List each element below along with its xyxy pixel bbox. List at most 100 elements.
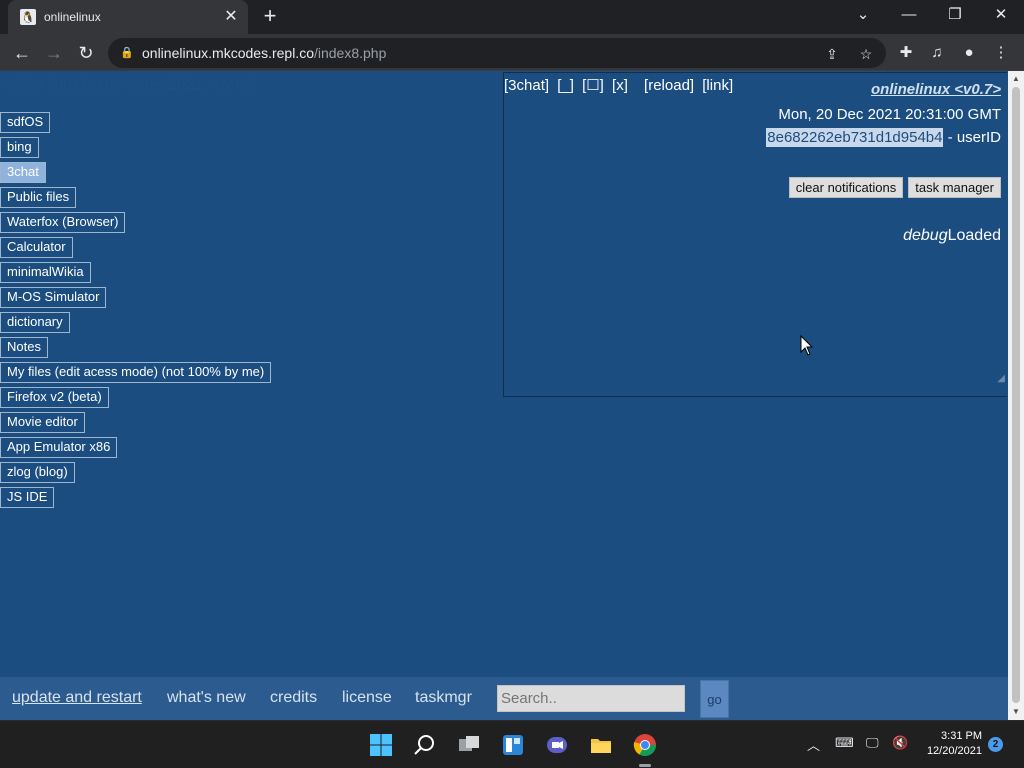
task-manager-button[interactable]: task manager xyxy=(908,177,1001,198)
window-link-button[interactable]: [link] xyxy=(702,77,733,94)
window-minimize-button[interactable]: [_] xyxy=(557,77,574,94)
scroll-down-arrow-icon[interactable]: ▼ xyxy=(1008,704,1024,720)
forward-arrow-icon[interactable]: → xyxy=(41,40,67,66)
reload-icon[interactable]: ↻ xyxy=(73,40,99,66)
debug-value: Loaded xyxy=(947,227,1001,244)
app-launch-button[interactable]: Movie editor xyxy=(0,412,85,433)
app-launch-button[interactable]: dictionary xyxy=(0,312,70,333)
user-id-value: 8e682262eb731d1d954b4 xyxy=(766,128,944,147)
window-reload-button[interactable]: [reload] xyxy=(644,77,694,94)
page-content: online linux (c) mkcodes 2021 - by mk sd… xyxy=(0,71,1008,720)
window-maximize-button[interactable]: [☐] xyxy=(582,77,604,94)
chat-window: [3chat] [_] [☐] [x] [reload] [link] onli… xyxy=(503,72,1007,397)
clock-time: 3:31 PM xyxy=(941,730,982,742)
bookmark-star-icon[interactable]: ☆ xyxy=(856,44,876,64)
app-list: sdfOS bing 3chat Public files Waterfox (Brow… xyxy=(0,112,272,512)
app-launch-button[interactable]: JS IDE xyxy=(0,487,55,508)
tab-strip: 🐧 onlinelinux ✕ + ⌄ — ❐ ✕ xyxy=(0,0,1024,34)
tab-search-icon[interactable]: ⌄ xyxy=(840,0,886,30)
network-icon[interactable]: 🖵 xyxy=(866,735,879,751)
resize-handle-icon[interactable]: ◢ xyxy=(997,373,1005,384)
window-controls: [3chat] [_] [☐] [x] [reload] [link] xyxy=(504,76,737,94)
profile-avatar-icon[interactable]: ● xyxy=(958,42,980,64)
version-title-link[interactable]: onlinelinux <v0.7> xyxy=(871,81,1001,98)
tab-title: onlinelinux xyxy=(44,10,101,24)
app-list-item: Waterfox (Browser) xyxy=(0,212,271,233)
app-list-item: dictionary xyxy=(0,312,271,333)
url-path: /index8.php xyxy=(313,45,387,61)
mouse-cursor-icon xyxy=(800,335,814,356)
user-id-label: - userID xyxy=(943,129,1001,146)
scroll-up-arrow-icon[interactable]: ▲ xyxy=(1008,71,1024,87)
app-launch-button[interactable]: Firefox v2 (beta) xyxy=(0,387,109,408)
app-list-item: minimalWikia xyxy=(0,262,271,283)
linux-penguin-icon: 🐧 xyxy=(20,9,36,25)
search-input[interactable] xyxy=(497,685,685,712)
app-launch-button[interactable]: Public files xyxy=(0,187,77,208)
app-launch-button[interactable]: Waterfox (Browser) xyxy=(0,212,126,233)
app-launch-button[interactable]: Calculator xyxy=(0,237,73,258)
keyboard-icon[interactable]: ⌨ xyxy=(835,735,854,751)
close-window-icon[interactable]: ✕ xyxy=(978,0,1024,30)
credits-link[interactable]: credits xyxy=(270,689,317,707)
window-close-button[interactable]: [x] xyxy=(612,77,628,94)
browser-tab[interactable]: 🐧 onlinelinux ✕ xyxy=(8,0,248,34)
whats-new-link[interactable]: what's new xyxy=(167,689,246,707)
debug-status: debugLoaded xyxy=(903,227,1001,245)
app-list-item: 3chat xyxy=(0,162,271,183)
back-arrow-icon[interactable]: ← xyxy=(9,40,35,66)
app-list-item: bing xyxy=(0,137,271,158)
app-launch-button[interactable]: minimalWikia xyxy=(0,262,91,283)
bottom-bar: update and restart what's new credits li… xyxy=(0,677,1008,720)
close-tab-icon[interactable]: ✕ xyxy=(222,8,240,26)
user-id-row: 8e682262eb731d1d954b4 - userID xyxy=(766,128,1001,147)
app-launch-button[interactable]: 3chat xyxy=(0,162,46,183)
taskmgr-link[interactable]: taskmgr xyxy=(415,689,472,707)
debug-label: debug xyxy=(903,227,948,244)
app-launch-button[interactable]: Notes xyxy=(0,337,48,358)
app-launch-button[interactable]: App Emulator x86 xyxy=(0,437,118,458)
app-launch-button[interactable]: bing xyxy=(0,137,39,158)
app-launch-button[interactable]: zlog (blog) xyxy=(0,462,75,483)
windows-taskbar: ︿ ⌨ 🖵 🔇 3:31 PM 12/20/2021 2 xyxy=(0,720,1024,768)
app-list-item: Movie editor xyxy=(0,412,271,433)
app-launch-button[interactable]: My files (edit acess mode) (not 100% by … xyxy=(0,362,272,383)
go-button[interactable]: go xyxy=(700,680,729,718)
share-icon[interactable]: ⇪ xyxy=(822,44,842,64)
address-bar[interactable]: 🔒 onlinelinux.mkcodes.repl.co/index8.php… xyxy=(108,38,886,68)
scrollbar-thumb[interactable] xyxy=(1012,87,1020,703)
widgets-icon[interactable] xyxy=(497,729,529,761)
app-list-item: App Emulator x86 xyxy=(0,437,271,458)
chrome-icon[interactable] xyxy=(629,729,661,767)
minimize-window-icon[interactable]: — xyxy=(886,0,932,30)
license-link[interactable]: license xyxy=(342,689,392,707)
app-launch-button[interactable]: sdfOS xyxy=(0,112,51,133)
app-list-item: Calculator xyxy=(0,237,271,258)
page-scrollbar[interactable]: ▲ ▼ xyxy=(1008,71,1024,720)
app-list-item: zlog (blog) xyxy=(0,462,271,483)
extensions-puzzle-icon[interactable]: ✚ xyxy=(895,42,917,64)
notification-count-badge[interactable]: 2 xyxy=(988,737,1003,752)
taskbar-clock[interactable]: 3:31 PM 12/20/2021 xyxy=(922,729,982,759)
clock-date: 12/20/2021 xyxy=(926,745,982,757)
teams-chat-icon[interactable] xyxy=(541,729,573,761)
app-list-item: JS IDE xyxy=(0,487,271,508)
faint-header: online linux (c) mkcodes 2021 - by mk xyxy=(4,76,256,93)
search-icon[interactable] xyxy=(409,729,441,761)
new-tab-button[interactable]: + xyxy=(258,5,282,29)
app-list-item: Public files xyxy=(0,187,271,208)
app-list-item: sdfOS xyxy=(0,112,271,133)
clear-notifications-button[interactable]: clear notifications xyxy=(788,177,904,198)
volume-muted-icon[interactable]: 🔇 xyxy=(892,735,908,751)
file-explorer-icon[interactable] xyxy=(585,729,617,761)
app-list-item: My files (edit acess mode) (not 100% by … xyxy=(0,362,272,383)
app-launch-button[interactable]: M-OS Simulator xyxy=(0,287,107,308)
update-restart-link[interactable]: update and restart xyxy=(12,689,142,707)
media-control-icon[interactable]: ♫ xyxy=(926,42,948,64)
task-view-icon[interactable] xyxy=(453,729,485,761)
chevron-up-icon[interactable]: ︿ xyxy=(807,735,820,754)
menu-kebab-icon[interactable]: ⋮ xyxy=(990,42,1012,64)
restore-window-icon[interactable]: ❐ xyxy=(932,0,978,30)
lock-icon: 🔒 xyxy=(120,47,134,59)
windows-start-icon[interactable] xyxy=(365,729,397,761)
